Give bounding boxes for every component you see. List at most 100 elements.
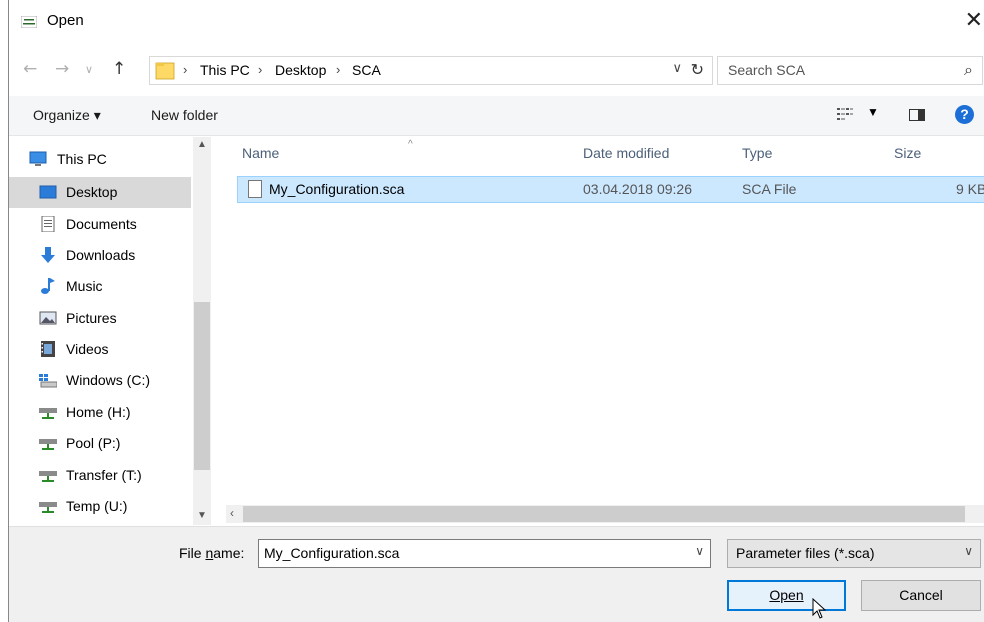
videos-icon xyxy=(41,341,55,357)
filename-combobox[interactable]: ∨ xyxy=(258,539,711,568)
scroll-up-icon[interactable]: ▲ xyxy=(197,139,207,150)
file-date: 03.04.2018 09:26 xyxy=(583,181,692,197)
refresh-icon[interactable]: ↻ xyxy=(691,60,704,79)
address-bar[interactable]: › This PC › Desktop › SCA ∨ ↻ xyxy=(149,56,713,85)
breadcrumb-sca[interactable]: SCA xyxy=(352,62,381,78)
command-bar: Organize ▾ New folder ▼ ? xyxy=(9,96,984,136)
column-header-date[interactable]: Date modified xyxy=(583,145,669,161)
column-header-type[interactable]: Type xyxy=(742,145,772,161)
scroll-left-icon[interactable]: ‹ xyxy=(230,506,234,520)
nav-label: This PC xyxy=(57,151,107,167)
breadcrumb-separator-icon: › xyxy=(336,62,341,77)
open-button[interactable]: Open xyxy=(727,580,846,611)
open-label: Open xyxy=(769,587,804,603)
nav-item-this-pc[interactable]: This PC xyxy=(9,144,191,175)
nav-item-transfer-t[interactable]: Transfer (T:) xyxy=(9,460,191,491)
recent-locations-chevron-icon[interactable]: ∨ xyxy=(85,63,93,76)
preview-pane-icon[interactable] xyxy=(909,109,925,121)
chevron-down-icon[interactable]: ∨ xyxy=(964,544,973,558)
app-icon xyxy=(21,16,37,28)
nav-item-pictures[interactable]: Pictures xyxy=(9,303,191,334)
breadcrumb-separator-icon: › xyxy=(258,62,263,77)
title-bar: Open ✕ xyxy=(9,0,984,42)
view-dropdown-icon[interactable]: ▼ xyxy=(867,105,879,119)
scroll-down-icon[interactable]: ▼ xyxy=(197,510,207,521)
forward-arrow-icon[interactable]: → xyxy=(55,59,69,79)
nav-label: Music xyxy=(66,278,103,294)
network-drive-icon xyxy=(39,471,57,482)
nav-label: Transfer (T:) xyxy=(66,467,142,483)
new-folder-button[interactable]: New folder xyxy=(151,107,218,123)
chevron-down-icon[interactable]: ∨ xyxy=(695,544,704,558)
nav-item-music[interactable]: Music xyxy=(9,271,191,302)
network-drive-icon xyxy=(39,502,57,513)
search-placeholder: Search SCA xyxy=(728,62,806,78)
downloads-icon xyxy=(41,247,55,263)
nav-label: Temp (U:) xyxy=(66,498,128,514)
pictures-icon xyxy=(39,311,57,325)
nav-label: Home (H:) xyxy=(66,404,131,420)
change-view-icon[interactable] xyxy=(837,107,853,121)
network-drive-icon xyxy=(39,439,57,450)
file-name: My_Configuration.sca xyxy=(269,181,405,197)
column-header-name[interactable]: Name ^ xyxy=(242,139,413,161)
drive-icon xyxy=(39,374,57,388)
breadcrumb-this-pc[interactable]: This PC xyxy=(200,62,250,78)
file-list-hscrollbar[interactable]: ‹ xyxy=(226,505,984,523)
filename-input[interactable] xyxy=(264,545,684,561)
nav-label: Documents xyxy=(66,216,137,232)
filename-label-pre: File xyxy=(179,545,206,561)
folder-icon xyxy=(155,62,175,80)
breadcrumb-desktop[interactable]: Desktop xyxy=(275,62,326,78)
open-dialog: Open ✕ ← → ∨ ↑ › This PC › Desktop › SCA… xyxy=(8,0,984,622)
nav-label: Desktop xyxy=(66,184,118,200)
filename-label-post: ame: xyxy=(213,545,245,561)
help-icon[interactable]: ? xyxy=(955,105,974,124)
address-dropdown-icon[interactable]: ∨ xyxy=(672,60,682,76)
dialog-footer: File name: ∨ Parameter files (*.sca) ∨ O… xyxy=(9,526,984,622)
nav-scrollbar[interactable]: ▲ ▼ xyxy=(193,137,211,525)
music-icon xyxy=(41,278,55,294)
nav-label: Pool (P:) xyxy=(66,435,121,451)
file-row[interactable]: My_Configuration.sca 03.04.2018 09:26 SC… xyxy=(237,176,984,203)
close-icon[interactable]: ✕ xyxy=(965,10,983,32)
search-icon: ⌕ xyxy=(964,60,973,79)
organize-button[interactable]: Organize ▾ xyxy=(33,107,101,124)
nav-label: Videos xyxy=(66,341,109,357)
search-box[interactable]: Search SCA ⌕ xyxy=(717,56,983,85)
nav-item-home-h[interactable]: Home (H:) xyxy=(9,397,191,428)
nav-label: Pictures xyxy=(66,310,117,326)
nav-item-windows-c[interactable]: Windows (C:) xyxy=(9,365,191,396)
hscroll-thumb[interactable] xyxy=(243,506,965,522)
file-list: Name ^ Date modified Type Size My_Config… xyxy=(226,137,984,525)
sort-caret-icon: ^ xyxy=(408,139,413,150)
nav-item-downloads[interactable]: Downloads xyxy=(9,240,191,271)
documents-icon xyxy=(41,216,55,232)
file-type-value: Parameter files (*.sca) xyxy=(736,545,875,561)
nav-item-videos[interactable]: Videos xyxy=(9,334,191,365)
file-type: SCA File xyxy=(742,181,797,197)
nav-item-documents[interactable]: Documents xyxy=(9,209,191,240)
file-icon xyxy=(248,180,262,198)
file-type-select[interactable]: Parameter files (*.sca) ∨ xyxy=(727,539,981,568)
nav-item-pool-p[interactable]: Pool (P:) xyxy=(9,428,191,459)
computer-icon xyxy=(29,151,47,166)
network-drive-icon xyxy=(39,408,57,419)
column-label: Name xyxy=(242,145,280,161)
navigation-pane: This PC Desktop Documents Downloads Musi… xyxy=(9,137,214,525)
desktop-icon xyxy=(39,185,57,199)
filename-label: File name: xyxy=(179,545,244,561)
nav-label: Downloads xyxy=(66,247,136,263)
mouse-pointer-icon xyxy=(812,598,827,619)
cancel-button[interactable]: Cancel xyxy=(861,580,981,611)
nav-item-temp-u[interactable]: Temp (U:) xyxy=(9,491,191,522)
scroll-thumb[interactable] xyxy=(194,302,210,470)
column-header-size[interactable]: Size xyxy=(894,145,921,161)
nav-item-desktop[interactable]: Desktop xyxy=(9,177,191,208)
nav-label: Windows (C:) xyxy=(66,372,151,388)
breadcrumb-separator-icon: › xyxy=(183,62,188,77)
back-arrow-icon[interactable]: ← xyxy=(23,59,37,79)
file-size: 9 KB xyxy=(956,181,984,197)
address-row: ← → ∨ ↑ › This PC › Desktop › SCA ∨ ↻ Se… xyxy=(9,50,984,90)
up-arrow-icon[interactable]: ↑ xyxy=(112,59,126,79)
